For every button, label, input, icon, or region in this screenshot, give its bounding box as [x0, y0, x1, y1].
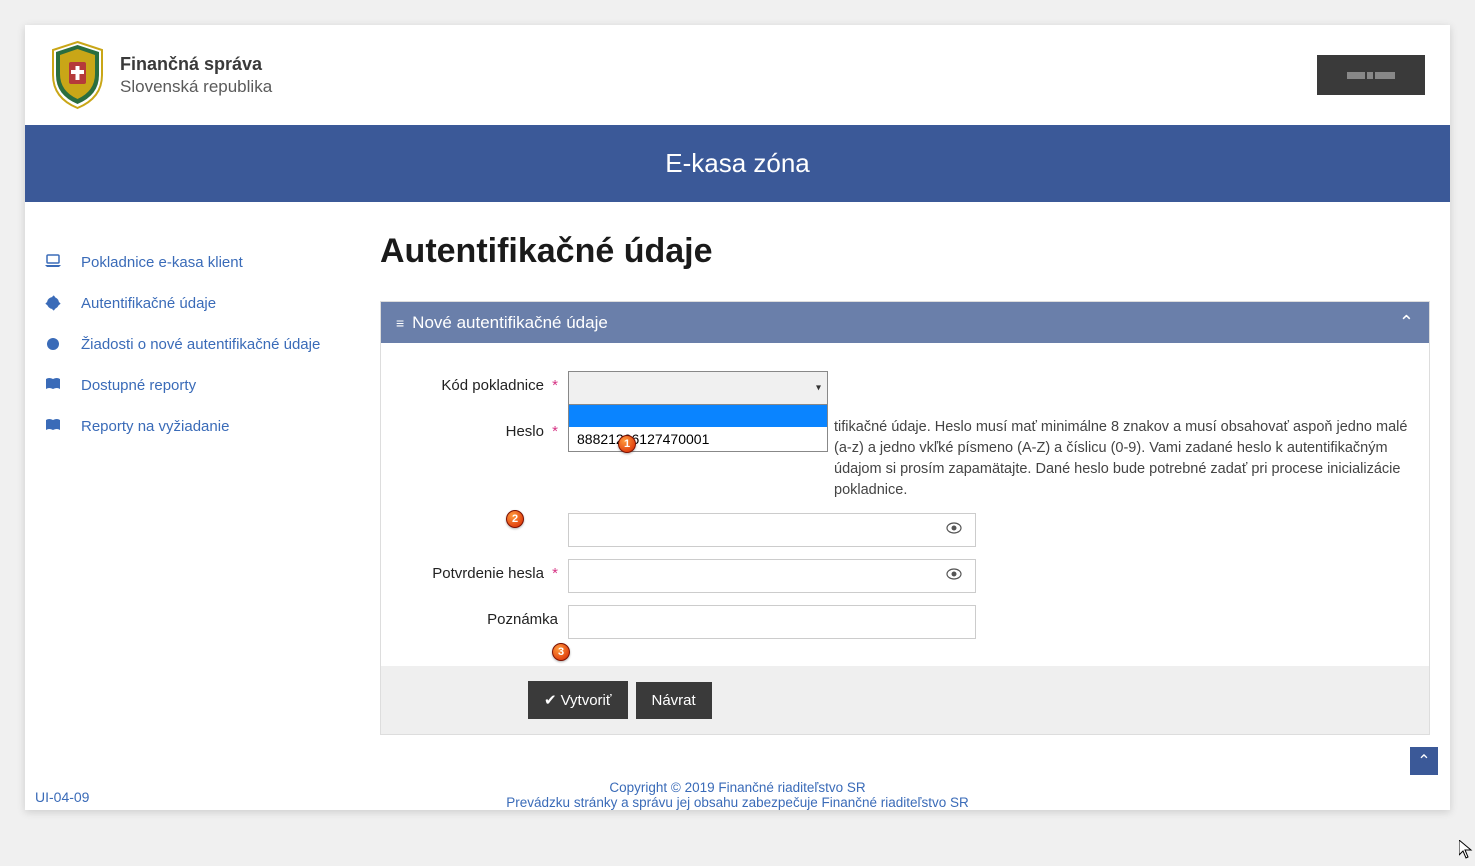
potvrdenie-input[interactable]: [568, 559, 976, 593]
scroll-to-top-button[interactable]: ⌃: [1410, 747, 1438, 775]
sidebar-item-ziadosti[interactable]: Žiadosti o nové autentifikačné údaje: [45, 324, 360, 365]
book-icon: [45, 377, 63, 391]
heslo-help-row: Heslo * tifikačné údaje. Heslo musí mať …: [396, 417, 1414, 501]
required-mark: *: [552, 565, 558, 582]
sidebar-item-dostupne-reporty[interactable]: Dostupné reporty: [45, 365, 360, 406]
org-subtitle: Slovenská republika: [120, 77, 272, 97]
page-title: Autentifikačné údaje: [380, 232, 1430, 271]
app-window: Finančná správa Slovenská republika E-ka…: [25, 25, 1450, 810]
book-icon: [45, 418, 63, 432]
panel-footer: ✔Vytvoriť Návrat: [381, 666, 1429, 734]
chevron-up-icon: ⌃: [1399, 312, 1414, 333]
seal-icon: [45, 295, 63, 311]
seal-icon: [45, 336, 63, 352]
panel-nove-udaje: ≡ Nové autentifikačné údaje ⌃ Kód poklad…: [380, 301, 1430, 735]
footer: Copyright © 2019 Finančné riaditeľstvo S…: [25, 770, 1450, 810]
sidebar-item-label: Pokladnice e-kasa klient: [81, 252, 243, 273]
panel-body: Kód pokladnice * ▾ 88821206127470001: [381, 343, 1429, 666]
annotation-1: 1: [618, 435, 636, 453]
chevron-up-icon: ⌃: [1417, 751, 1430, 771]
org-name: Finančná správa: [120, 54, 272, 75]
form-row-potvrdenie: Potvrdenie hesla *: [396, 559, 1414, 593]
content-area: Autentifikačné údaje ≡ Nové autentifikač…: [380, 232, 1450, 770]
list-icon: ≡: [396, 315, 404, 331]
chevron-down-icon: ▾: [816, 383, 821, 394]
potvrdenie-label: Potvrdenie hesla *: [396, 559, 568, 582]
kod-select[interactable]: ▾: [568, 371, 828, 405]
sidebar-item-label: Reporty na vyžiadanie: [81, 416, 229, 437]
heslo-label: Heslo *: [396, 417, 568, 501]
annotation-3: 3: [552, 643, 570, 661]
sidebar-item-reporty-vyziadanie[interactable]: Reporty na vyžiadanie: [45, 406, 360, 447]
form-row-poznamka: Poznámka: [396, 605, 1414, 639]
annotation-2: 2: [506, 510, 524, 528]
poznamka-label: Poznámka: [396, 605, 568, 628]
zone-title: E-kasa zóna: [665, 148, 810, 178]
header: Finančná správa Slovenská republika: [25, 25, 1450, 125]
sidebar-item-label: Žiadosti o nové autentifikačné údaje: [81, 334, 320, 355]
kod-dropdown: 88821206127470001: [568, 404, 828, 452]
kod-label: Kód pokladnice *: [396, 371, 568, 394]
heslo-input-label: [396, 513, 568, 519]
main-content: Pokladnice e-kasa klient Autentifikačné …: [25, 202, 1450, 770]
mouse-cursor-icon: [1459, 840, 1475, 866]
sidebar-item-label: Autentifikačné údaje: [81, 293, 216, 314]
form-row-kod: Kód pokladnice * ▾ 88821206127470001: [396, 371, 1414, 405]
logo-icon: [50, 40, 105, 110]
panel-header[interactable]: ≡ Nové autentifikačné údaje ⌃: [381, 302, 1429, 343]
dropdown-option-empty[interactable]: [569, 405, 827, 427]
org-titles: Finančná správa Slovenská republika: [120, 54, 272, 97]
required-mark: *: [552, 423, 558, 440]
obscured-text-icon: [1347, 72, 1395, 79]
required-mark: *: [552, 377, 558, 394]
footer-copyright: Copyright © 2019 Finančné riaditeľstvo S…: [45, 780, 1430, 795]
kod-value: ▾ 88821206127470001: [568, 371, 1414, 405]
create-button[interactable]: ✔Vytvoriť: [528, 681, 628, 719]
zone-title-bar: E-kasa zóna: [25, 125, 1450, 202]
sidebar: Pokladnice e-kasa klient Autentifikačné …: [25, 232, 380, 770]
sidebar-item-pokladnice[interactable]: Pokladnice e-kasa klient: [45, 242, 360, 283]
form-row-heslo: [396, 513, 1414, 547]
header-left: Finančná správa Slovenská republika: [50, 40, 272, 110]
check-icon: ✔: [544, 691, 557, 709]
dropdown-option-code[interactable]: 88821206127470001: [569, 427, 827, 451]
panel-title: Nové autentifikačné údaje: [412, 313, 608, 333]
back-button[interactable]: Návrat: [636, 682, 712, 719]
heslo-input[interactable]: [568, 513, 976, 547]
sidebar-item-label: Dostupné reporty: [81, 375, 196, 396]
laptop-icon: [45, 254, 63, 268]
sidebar-item-autentifikacne[interactable]: Autentifikačné údaje: [45, 283, 360, 324]
poznamka-input[interactable]: [568, 605, 976, 639]
version-code: UI-04-09: [35, 789, 89, 805]
header-user-button[interactable]: [1317, 55, 1425, 95]
footer-operation: Prevádzku stránky a správu jej obsahu za…: [45, 795, 1430, 810]
